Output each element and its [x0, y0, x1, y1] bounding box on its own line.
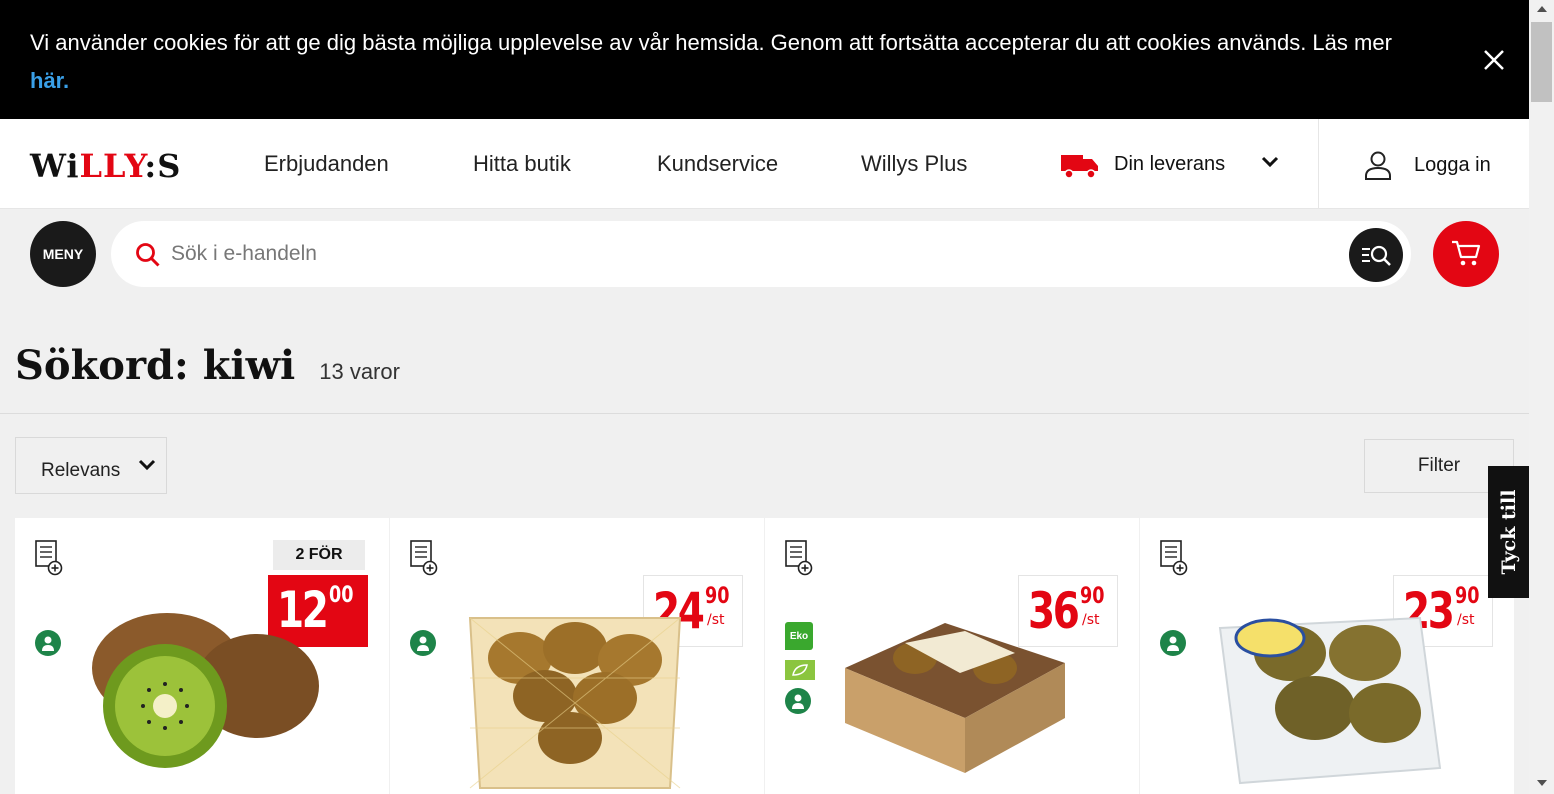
cookie-read-more-link[interactable]: här.	[30, 68, 69, 93]
product-card[interactable]: 24 90 /st	[390, 518, 764, 794]
chevron-down-icon	[138, 459, 156, 471]
logo-part-3: :S	[144, 147, 182, 185]
cart-icon	[1452, 240, 1481, 266]
badge-column	[1160, 622, 1186, 656]
site-header: WiLLY:S Erbjudanden Hitta butik Kundserv…	[0, 119, 1529, 209]
sort-label: Relevans	[41, 460, 121, 481]
login-button[interactable]: Logga in	[1364, 149, 1491, 181]
feedback-label: Tyck till	[1497, 489, 1520, 575]
delivery-truck-icon	[1061, 155, 1098, 179]
scroll-up-arrow-icon[interactable]	[1529, 0, 1554, 18]
results-heading: Sökord: kiwi 13 varor	[15, 342, 400, 389]
product-card[interactable]: 2 FÖR 12 00	[15, 518, 389, 794]
divider	[0, 413, 1529, 414]
add-to-list-icon[interactable]	[410, 540, 440, 576]
delivery-selector[interactable]: Din leverans	[1060, 147, 1279, 181]
header-divider	[1318, 119, 1319, 209]
product-image-kiwi-basket	[468, 617, 682, 789]
delivery-label: Din leverans	[1114, 152, 1226, 175]
product-image-kiwi-halved	[92, 613, 319, 768]
page-title: Sökord: kiwi	[15, 342, 296, 389]
menu-button[interactable]: MENY	[30, 221, 96, 287]
nav-kundservice[interactable]: Kundservice	[657, 151, 778, 177]
list-search-icon	[1362, 245, 1391, 266]
eu-organic-leaf-icon	[785, 660, 815, 680]
search-input[interactable]	[171, 235, 1321, 273]
cookie-message: Vi använder cookies för att ge dig bästa…	[30, 30, 1392, 55]
logo-part-1: Wi	[30, 147, 80, 185]
product-card[interactable]: Eko 36 90 /st	[765, 518, 1139, 794]
nav-hitta-butik[interactable]: Hitta butik	[473, 151, 571, 177]
search-icon	[136, 243, 160, 267]
badge-column	[410, 622, 436, 656]
search-bar	[111, 221, 1411, 287]
cart-button[interactable]	[1433, 221, 1499, 287]
product-image-kiwi-eko-tray	[845, 623, 1065, 773]
scrollbar[interactable]	[1529, 0, 1554, 794]
nav-willys-plus[interactable]: Willys Plus	[861, 151, 967, 177]
cookie-banner: Vi använder cookies för att ge dig bästa…	[0, 0, 1529, 119]
add-to-list-icon[interactable]	[35, 540, 65, 576]
person-badge-icon	[35, 630, 61, 656]
deal-label: 2 FÖR	[273, 540, 365, 570]
person-badge-icon	[1160, 630, 1186, 656]
cookie-text: Vi använder cookies för att ge dig bästa…	[30, 24, 1430, 100]
willys-logo[interactable]: WiLLY:S	[30, 147, 181, 185]
sort-dropdown[interactable]: Relevans	[15, 437, 167, 494]
page: Vi använder cookies för att ge dig bästa…	[0, 0, 1529, 794]
close-icon[interactable]	[1480, 46, 1508, 74]
add-to-list-icon[interactable]	[785, 540, 815, 576]
user-icon	[1365, 151, 1391, 180]
scrollbar-thumb[interactable]	[1531, 22, 1552, 102]
login-label: Logga in	[1414, 153, 1491, 176]
logo-part-2: LLY	[79, 147, 145, 185]
scroll-down-arrow-icon[interactable]	[1529, 774, 1554, 792]
result-count: 13 varor	[319, 359, 400, 384]
badge-column	[35, 622, 61, 656]
advanced-search-button[interactable]	[1349, 228, 1403, 282]
add-to-list-icon[interactable]	[1160, 540, 1190, 576]
chevron-down-icon	[1261, 156, 1279, 168]
product-image-kiwi-pack	[1218, 616, 1442, 785]
person-badge-icon	[785, 688, 811, 714]
eko-badge: Eko	[785, 622, 813, 650]
nav-erbjudanden[interactable]: Erbjudanden	[264, 151, 389, 177]
person-badge-icon	[410, 630, 436, 656]
product-card[interactable]: 23 90 /st	[1140, 518, 1514, 794]
badge-column: Eko	[785, 622, 815, 714]
feedback-tab[interactable]: Tyck till	[1488, 466, 1529, 598]
